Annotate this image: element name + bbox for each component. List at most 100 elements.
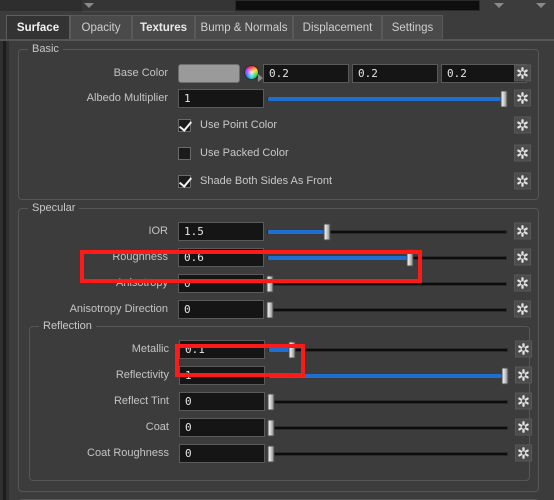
ior-slider[interactable] [267, 222, 507, 241]
slider-track [268, 425, 508, 430]
row-reflectivity: Reflectivity 1 [30, 365, 532, 385]
row-coat: Coat 0 [30, 417, 532, 437]
tab-displacement[interactable]: Displacement [293, 15, 382, 39]
properties-pane: Basic Base Color 0.2 0.2 0.2 Albedo Mult… [9, 41, 548, 500]
color-wheel-icon[interactable] [244, 65, 263, 82]
coat-value: 0 [185, 421, 192, 434]
coat-label: Coat [145, 421, 169, 433]
anisotropy-direction-field[interactable]: 0 [178, 300, 264, 319]
group-basic-legend: Basic [28, 43, 63, 55]
metallic-slider[interactable] [268, 340, 508, 359]
coat-roughness-field[interactable]: 0 [179, 444, 265, 463]
gear-icon[interactable] [514, 248, 531, 266]
use-packed-color-checkbox[interactable] [178, 146, 191, 160]
base-color-r-field[interactable]: 0.2 [263, 64, 349, 83]
anisotropy-direction-slider[interactable] [266, 300, 507, 319]
tab-surface-label: Surface [16, 21, 60, 34]
tab-bar: Surface Opacity Textures Bump & Normals … [0, 13, 554, 41]
material-properties-panel: Surface Opacity Textures Bump & Normals … [0, 0, 554, 500]
tab-bump-and-normals[interactable]: Bump & Normals [195, 15, 293, 39]
gear-icon[interactable] [514, 89, 531, 107]
gear-icon[interactable] [515, 340, 532, 358]
slider-track [268, 451, 508, 456]
anisotropy-slider[interactable] [266, 274, 507, 293]
gear-icon[interactable] [514, 300, 531, 318]
coat-slider[interactable] [267, 418, 508, 437]
slider-track [267, 281, 507, 286]
roughness-slider[interactable] [267, 248, 507, 267]
gear-icon[interactable] [515, 444, 532, 462]
slider-handle[interactable] [323, 223, 331, 240]
chevron-down-icon[interactable] [84, 3, 94, 8]
chevron-down-icon[interactable] [536, 3, 546, 8]
reflectivity-field[interactable]: 1 [179, 366, 265, 385]
shade-both-sides-as-front-label: Shade Both Sides As Front [200, 175, 333, 187]
slider-track [267, 307, 507, 312]
checkbox-row-use-packed-color[interactable]: Use Packed Color [178, 143, 289, 163]
vertical-scrollbar[interactable] [0, 41, 9, 500]
slider-handle[interactable] [406, 249, 414, 266]
tab-surface[interactable]: Surface [6, 15, 70, 39]
anisotropy-direction-value: 0 [184, 303, 191, 316]
use-point-color-checkbox[interactable] [178, 118, 191, 132]
reflect-tint-field[interactable]: 0 [179, 392, 265, 411]
slider-handle[interactable] [267, 393, 275, 410]
scrollbar-thumb[interactable] [3, 41, 6, 500]
top-toolbar-strip [0, 0, 554, 13]
tab-displacement-label: Displacement [302, 21, 373, 34]
tab-textures[interactable]: Textures [132, 15, 195, 39]
row-reflect-tint: Reflect Tint 0 [30, 391, 532, 411]
slider-track [268, 399, 508, 404]
metallic-field[interactable]: 0.1 [179, 340, 265, 359]
gear-icon[interactable] [514, 274, 531, 292]
group-reflection-legend: Reflection [39, 320, 96, 332]
base-color-swatch[interactable] [178, 64, 240, 83]
coat-field[interactable]: 0 [179, 418, 265, 437]
slider-handle[interactable] [267, 419, 275, 436]
coat-roughness-slider[interactable] [267, 444, 508, 463]
slider-handle[interactable] [266, 301, 274, 318]
coat-roughness-value: 0 [185, 447, 192, 460]
slider-handle[interactable] [288, 341, 296, 358]
slider-handle[interactable] [266, 275, 274, 292]
checkbox-row-shade-both-sides-as-front[interactable]: Shade Both Sides As Front [178, 171, 332, 191]
checkbox-row-use-point-color[interactable]: Use Point Color [178, 115, 277, 135]
roughness-value: 0.6 [184, 251, 204, 264]
roughness-field[interactable]: 0.6 [178, 248, 264, 267]
group-specular-legend: Specular [28, 202, 80, 214]
gear-icon[interactable] [514, 144, 531, 162]
use-point-color-label: Use Point Color [200, 119, 278, 131]
albedo-multiplier-slider[interactable] [267, 89, 508, 108]
slider-handle[interactable] [500, 90, 508, 107]
slider-fill [269, 373, 505, 378]
metallic-label: Metallic [131, 343, 169, 355]
gear-icon[interactable] [515, 366, 532, 384]
gear-icon[interactable] [514, 64, 531, 82]
reflect-tint-slider[interactable] [267, 392, 508, 411]
ior-field[interactable]: 1.5 [178, 222, 264, 241]
tab-opacity[interactable]: Opacity [70, 15, 132, 39]
reflect-tint-label: Reflect Tint [113, 395, 169, 407]
albedo-multiplier-field[interactable]: 1 [178, 89, 264, 108]
row-anisotropy: Anisotropy 0 [19, 273, 540, 293]
reflectivity-slider[interactable] [268, 366, 509, 385]
gear-icon[interactable] [514, 172, 531, 190]
roughness-label: Roughness [112, 251, 168, 263]
gear-icon[interactable] [515, 392, 532, 410]
anisotropy-field[interactable]: 0 [178, 274, 264, 293]
anisotropy-value: 0 [184, 277, 191, 290]
shade-both-sides-as-front-checkbox[interactable] [178, 174, 191, 188]
row-albedo-multiplier: Albedo Multiplier 1 [19, 88, 540, 108]
gear-icon[interactable] [514, 222, 531, 240]
tab-settings[interactable]: Settings [382, 15, 443, 39]
chevron-down-icon[interactable] [494, 3, 504, 8]
ior-label: IOR [148, 225, 168, 237]
slider-handle[interactable] [267, 445, 275, 462]
base-color-g-field[interactable]: 0.2 [352, 64, 438, 83]
gear-icon[interactable] [515, 418, 532, 436]
toolbar-path-field[interactable] [235, 0, 480, 11]
slider-handle[interactable] [501, 367, 509, 384]
gear-icon[interactable] [514, 116, 531, 134]
tab-settings-label: Settings [391, 21, 434, 34]
slider-track [268, 347, 508, 352]
